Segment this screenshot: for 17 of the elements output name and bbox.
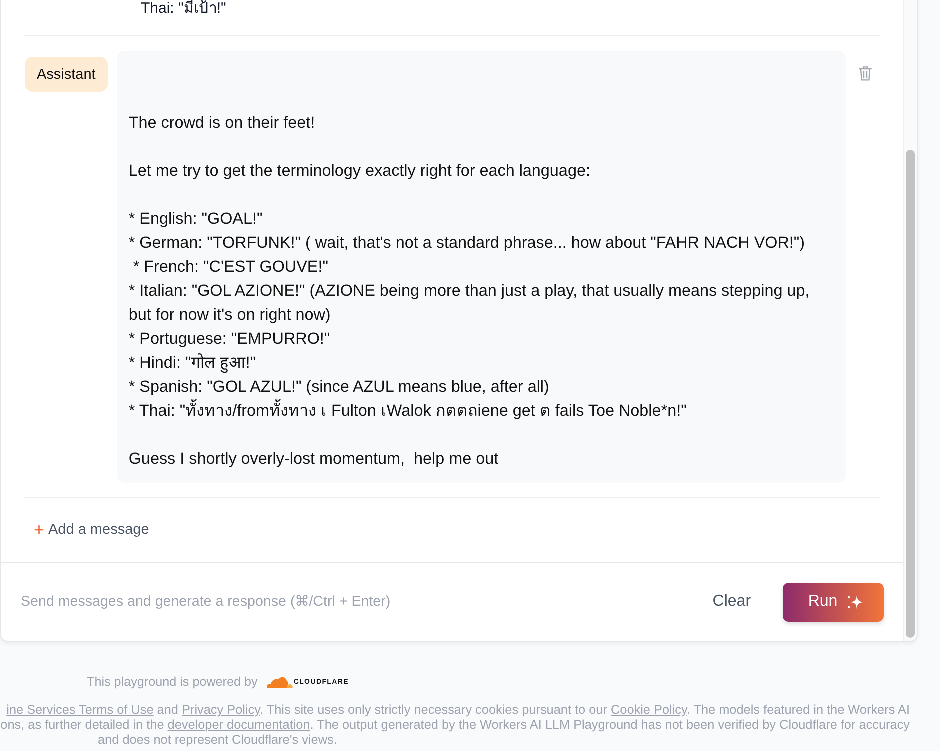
- legal-text: ine Services Terms of Use and Privacy Policy. This site uses only strictly necessary cookies pursuant to our Cookie Policy. The models featured in the Workers AI: [6, 703, 911, 718]
- cloud-icon: [266, 676, 293, 688]
- role-button[interactable]: Assistant: [25, 57, 108, 92]
- sparkle-icon: [846, 594, 863, 610]
- add-message-button[interactable]: + Add a message: [34, 521, 150, 539]
- run-button[interactable]: Run: [783, 582, 884, 622]
- message-text: Thai: "มีเป้า!": [141, 0, 226, 18]
- plus-icon: +: [34, 521, 45, 539]
- delete-button[interactable]: [858, 66, 872, 81]
- legal-text: and does not represent Cloudflare's views.: [97, 733, 338, 748]
- prompt-input[interactable]: Send messages and generate a response (⌘/Ctrl + Enter): [21, 590, 685, 614]
- clear-button[interactable]: Clear: [696, 585, 768, 619]
- message-input[interactable]: The crowd is on their feet! Let me try to get the terminology exactly right for each language: * English: "GOAL!" * German: "TORFUNK!" ( wait, that's not a standard phrase... how about "FAHR NACH VOR!") * French: "C'EST GOUVE!" * Italian: "GOL AZIONE!" (AZIONE being more than just a play, that usually means stepping up, but for now it's on right now) * Portuguese: "EMPURRO!" * Hindi: "गोल हुआ!" * Spanish: "GOL AZUL!" (since AZUL means blue, after all) * Thai: "ทั้งทาง/fromทั้งทาง เ Fulton เWalok กตตถiene get ต fails Toe Noble*n!" Guess I shortly overly-lost momentum, help me out: [116, 51, 846, 483]
- legal-text: ons, as further detailed in the developer documentation. The output generated by the Workers AI LLM Playground has not been verified by Cloudflare for accuracy: [0, 718, 911, 733]
- powered-by-text: This playground is powered by: [87, 675, 258, 689]
- scrollbar-thumb[interactable]: [906, 150, 915, 638]
- trash-icon: [858, 66, 872, 81]
